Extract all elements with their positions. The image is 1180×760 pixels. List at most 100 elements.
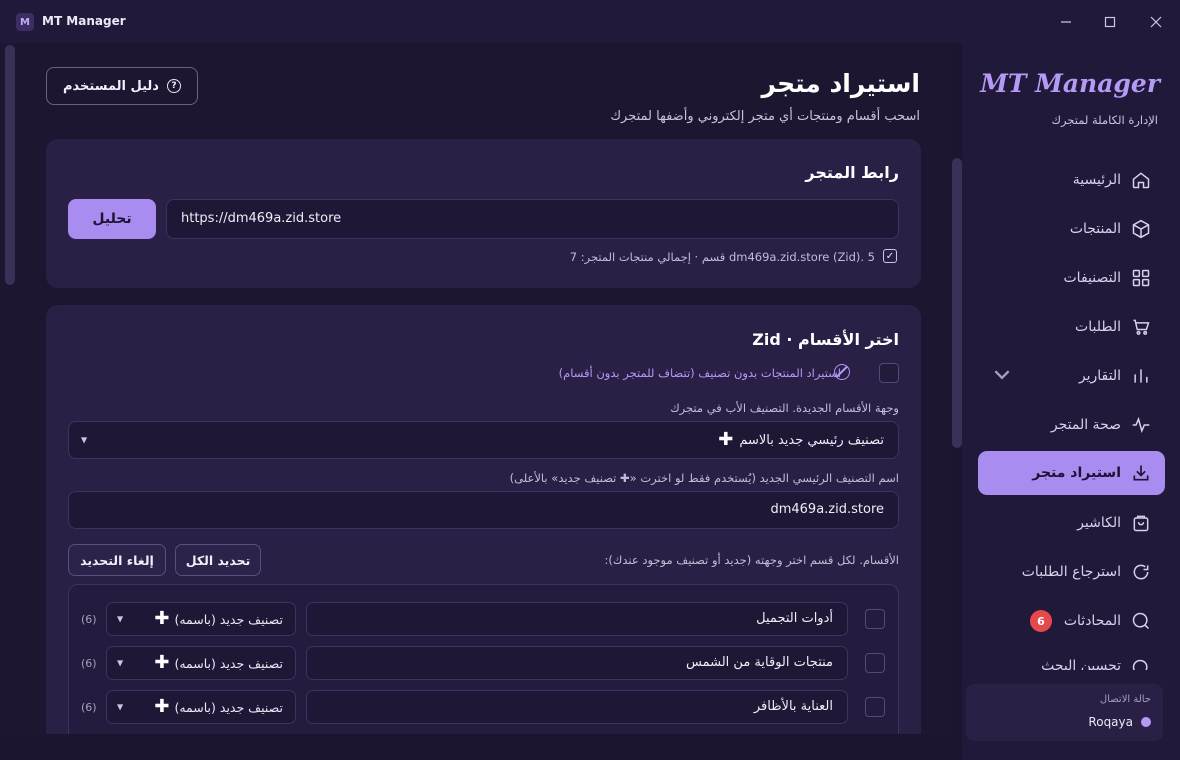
sections-card: اختر الأقسام · Zid استيراد المنتجات بدون… xyxy=(46,305,921,734)
new-main-input[interactable]: dm469a.zid.store xyxy=(68,491,899,529)
destination-label: وجهة الأقسام الجديدة. التصنيف الأب في مت… xyxy=(670,401,899,415)
cart-icon xyxy=(1133,319,1150,335)
connection-status-card: حالة الاتصال Roqaya xyxy=(966,684,1163,741)
sidebar-scrollbar-thumb[interactable] xyxy=(952,158,962,448)
chat-count-badge: 6 xyxy=(1030,610,1052,632)
deselect-button[interactable]: إلغاء التحديد xyxy=(68,544,166,576)
connection-label: حالة الاتصال xyxy=(1099,694,1151,705)
chevron-down-icon: ▼ xyxy=(117,702,124,712)
sidebar: MT Manager الإدارة الكاملة لمتجرك الرئيس… xyxy=(962,43,1180,760)
chat-icon xyxy=(1132,612,1150,630)
sidebar-item-categories[interactable]: التصنيفات xyxy=(978,256,1165,300)
sidebar-item-label: التقارير xyxy=(1078,368,1121,384)
sidebar-item-label: صحة المتجر xyxy=(1050,417,1121,433)
sidebar-item-label: الكاشير xyxy=(1077,515,1121,531)
brand-subtitle: الإدارة الكاملة لمتجرك xyxy=(1051,113,1158,127)
search-icon xyxy=(1132,659,1148,670)
row-target-value: تصنيف جديد (باسمه) xyxy=(174,699,283,715)
row-count: (6) xyxy=(81,657,97,670)
sidebar-item-label: المنتجات xyxy=(1069,221,1121,237)
sidebar-item-label: الطلبات xyxy=(1075,319,1121,335)
close-icon xyxy=(1150,16,1162,28)
home-icon xyxy=(1132,172,1150,189)
app-title: MT Manager xyxy=(42,14,126,28)
sidebar-item-home[interactable]: الرئيسية xyxy=(978,158,1165,202)
sections-list: (6) ▼ تصنيف جديد (باسمه) ✚ أدوات التجميل … xyxy=(68,584,899,734)
app-logo: M xyxy=(16,13,34,31)
sidebar-item-orders[interactable]: الطلبات xyxy=(978,305,1165,349)
connection-username: Roqaya xyxy=(1088,715,1133,729)
row-target-select[interactable]: ▼ تصنيف جديد (باسمه) ✚ xyxy=(106,646,296,680)
check-icon: ✓ xyxy=(883,249,897,263)
close-button[interactable] xyxy=(1142,8,1170,36)
page-title: استيراد متجر xyxy=(761,69,920,98)
grid-icon xyxy=(1132,269,1150,287)
sidebar-item-store-health[interactable]: صحة المتجر xyxy=(978,403,1165,447)
plus-icon: ✚ xyxy=(154,652,170,673)
row-count: (6) xyxy=(81,701,97,714)
plus-icon: ✚ xyxy=(154,608,170,629)
store-url-input[interactable]: https://dm469a.zid.store xyxy=(166,199,899,239)
analysis-result: dm469a.zid.store (Zid). 5 قسم · إجمالي م… xyxy=(569,250,875,264)
bottom-strip xyxy=(0,734,950,760)
row-name-input[interactable]: العناية بالأظافر xyxy=(306,690,848,724)
row-checkbox[interactable] xyxy=(865,609,885,629)
connection-user: Roqaya xyxy=(1088,715,1151,729)
row-checkbox[interactable] xyxy=(865,697,885,717)
sidebar-item-reports[interactable]: التقارير xyxy=(978,354,1165,398)
no-category-label: استيراد المنتجات بدون تصنيف (تتضاف للمتج… xyxy=(558,366,841,380)
main-content: دليل المستخدم ? استيراد متجر اسحب أقسام … xyxy=(0,43,950,734)
row-target-value: تصنيف جديد (باسمه) xyxy=(174,611,283,627)
user-guide-button[interactable]: دليل المستخدم ? xyxy=(46,67,198,105)
sidebar-item-label: استيراد متجر xyxy=(1032,465,1121,481)
row-checkbox[interactable] xyxy=(865,653,885,673)
title-bar: M MT Manager xyxy=(0,0,1180,43)
destination-value: تصنيف رئيسي جديد بالاسم xyxy=(739,432,884,448)
row-target-value: تصنيف جديد (باسمه) xyxy=(174,655,283,671)
chevron-down-icon[interactable] xyxy=(992,365,1012,388)
sidebar-item-label: المحادثات xyxy=(1063,613,1121,629)
bag-icon xyxy=(1133,515,1149,532)
row-name-input[interactable]: أدوات التجميل xyxy=(306,602,848,636)
store-link-title: رابط المتجر xyxy=(805,163,899,182)
sidebar-item-cashier[interactable]: الكاشير xyxy=(978,501,1165,545)
pulse-icon xyxy=(1132,416,1150,434)
minimize-button[interactable] xyxy=(1052,8,1080,36)
sidebar-item-returns[interactable]: استرجاع الطلبات xyxy=(978,550,1165,594)
list-hint: الأقسام. لكل قسم اختر وجهته (جديد أو تصن… xyxy=(604,553,900,567)
row-name-input[interactable]: منتجات الوقاية من الشمس xyxy=(306,646,848,680)
box-icon xyxy=(1132,219,1150,239)
select-all-button[interactable]: تحديد الكل xyxy=(175,544,261,576)
plus-icon: ✚ xyxy=(718,429,734,450)
sidebar-item-label: استرجاع الطلبات xyxy=(1021,564,1121,580)
status-dot-icon xyxy=(1141,717,1151,727)
new-main-label: اسم التصنيف الرئيسي الجديد (يُستخدم فقط … xyxy=(509,471,899,485)
scrollbar-thumb[interactable] xyxy=(5,45,15,285)
chart-icon xyxy=(1134,369,1148,383)
sidebar-item-search-optimization[interactable]: تحسين البحث xyxy=(978,648,1165,670)
row-count: (6) xyxy=(81,613,97,626)
sidebar-item-products[interactable]: المنتجات xyxy=(978,207,1165,251)
minimize-icon xyxy=(1061,21,1071,23)
destination-select[interactable]: ▼ تصنيف رئيسي جديد بالاسم ✚ xyxy=(68,421,899,459)
brand-logo: MT Manager xyxy=(980,69,1160,98)
store-link-card: رابط المتجر تحليل https://dm469a.zid.sto… xyxy=(46,139,921,288)
sidebar-item-chats[interactable]: 6 المحادثات xyxy=(978,599,1165,643)
sidebar-item-label: الرئيسية xyxy=(1072,172,1121,188)
row-target-select[interactable]: ▼ تصنيف جديد (باسمه) ✚ xyxy=(106,602,296,636)
row-target-select[interactable]: ▼ تصنيف جديد (باسمه) ✚ xyxy=(106,690,296,724)
refresh-icon xyxy=(1133,564,1149,580)
sidebar-item-label: التصنيفات xyxy=(1063,270,1122,286)
maximize-button[interactable] xyxy=(1096,8,1124,36)
analyze-button[interactable]: تحليل xyxy=(68,199,156,239)
no-category-checkbox[interactable] xyxy=(879,363,899,383)
sidebar-item-import-store[interactable]: استيراد متجر xyxy=(978,451,1165,495)
maximize-icon xyxy=(1104,16,1116,28)
chevron-down-icon: ▼ xyxy=(81,435,88,445)
download-icon xyxy=(1133,465,1149,481)
chevron-down-icon: ▼ xyxy=(117,658,124,668)
user-guide-label: دليل المستخدم xyxy=(63,78,159,94)
sections-title: اختر الأقسام · Zid xyxy=(752,330,899,349)
plus-icon: ✚ xyxy=(154,696,170,717)
help-icon: ? xyxy=(166,79,181,93)
